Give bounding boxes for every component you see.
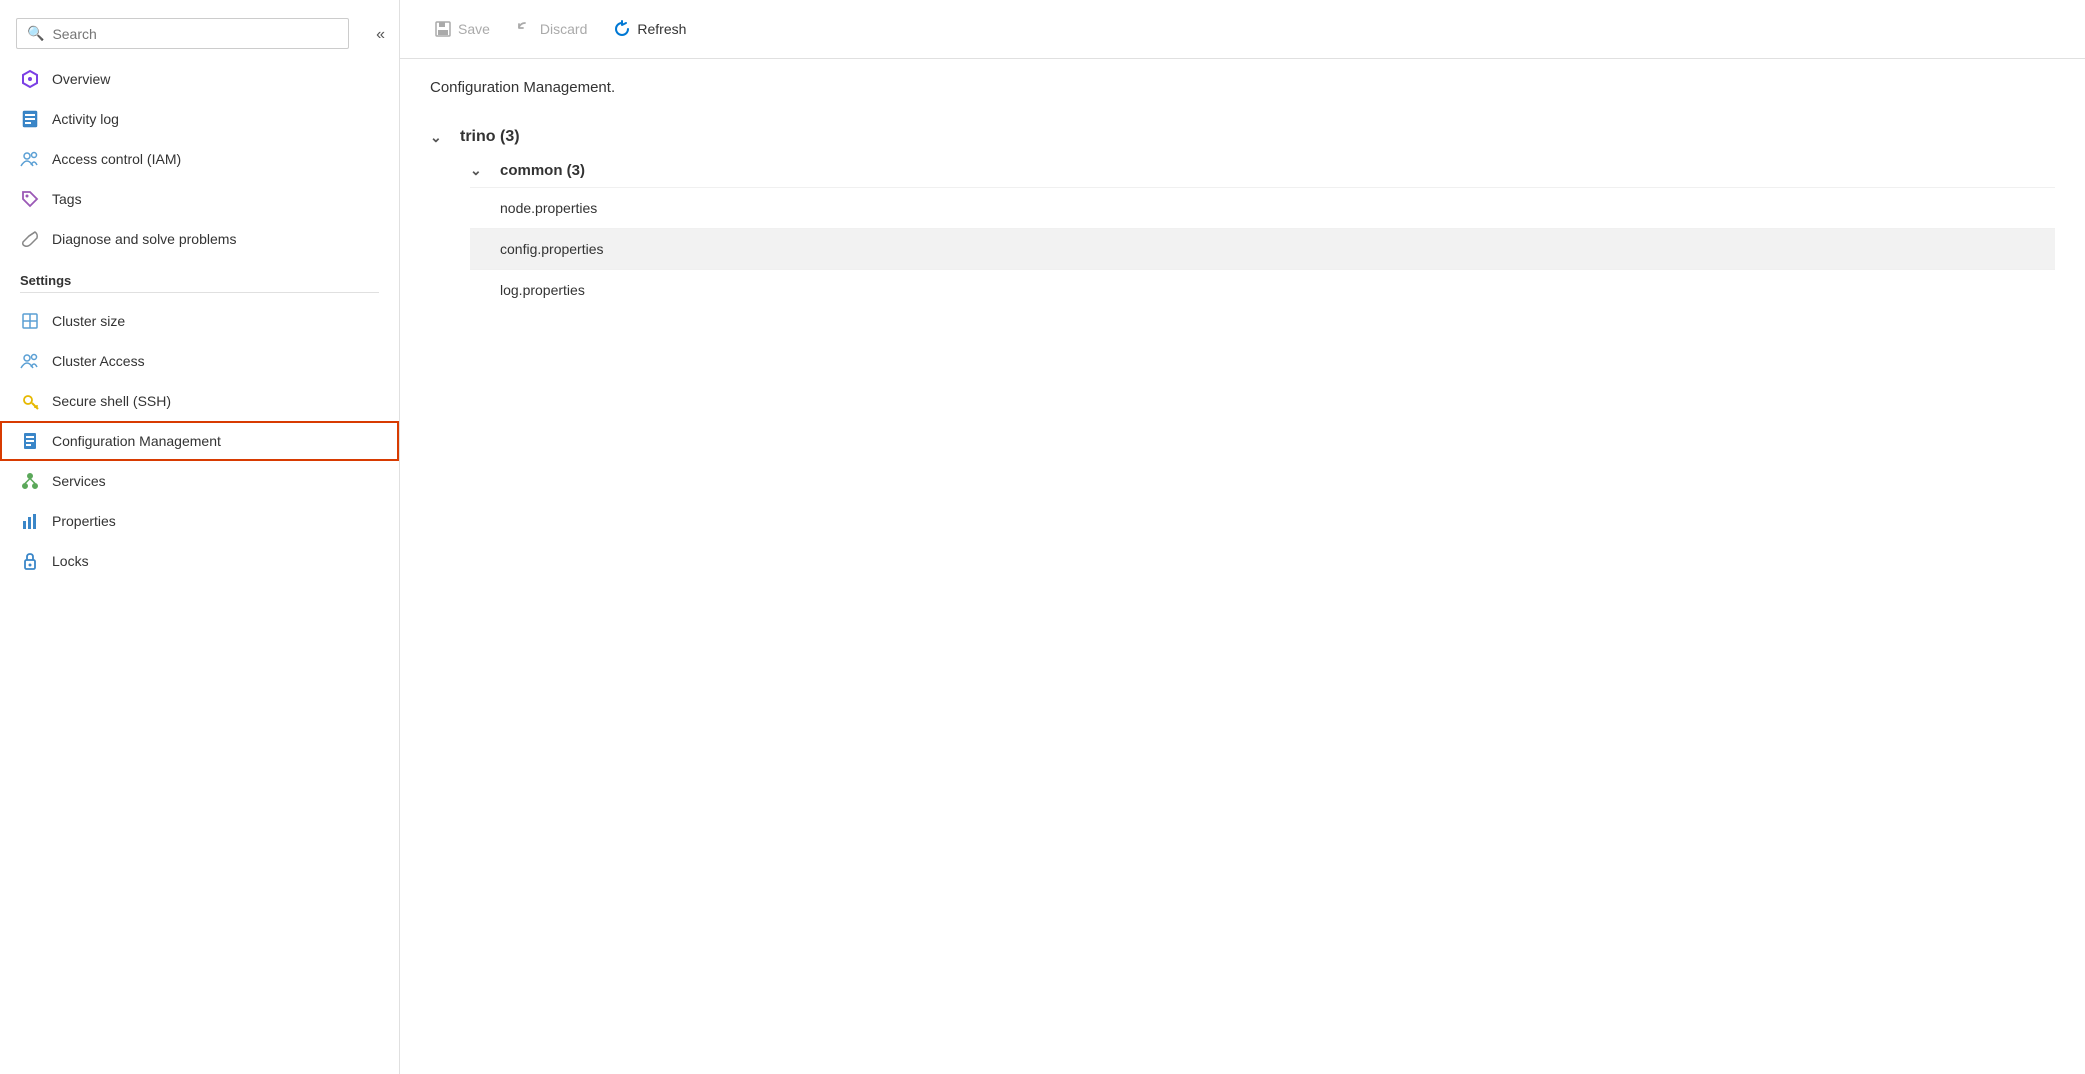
tag-icon [20,189,40,209]
bar-chart-icon [20,511,40,531]
sidebar-item-label: Tags [52,191,82,207]
sidebar-item-cluster-access[interactable]: Cluster Access [0,341,399,381]
tree-root-chevron: ⌄ [430,129,450,146]
sidebar-item-cluster-size[interactable]: Cluster size [0,301,399,341]
tree-leaf-label: log.properties [500,282,585,298]
sidebar-item-label: Overview [52,71,110,87]
sidebar-item-label: Diagnose and solve problems [52,231,236,247]
tree-children: ⌄ common (3) node.properties config.prop… [430,154,2055,310]
sidebar-item-label: Properties [52,513,116,529]
save-label: Save [458,21,490,37]
wrench-icon [20,229,40,249]
tree-child-label: common (3) [500,162,585,179]
sidebar-item-label: Configuration Management [52,433,221,449]
lock-icon [20,551,40,571]
refresh-button[interactable]: Refresh [603,14,696,44]
sidebar-item-label: Services [52,473,106,489]
resize-icon [20,311,40,331]
sidebar-item-label: Activity log [52,111,119,127]
sidebar-item-services[interactable]: Services [0,461,399,501]
tree-root-header[interactable]: ⌄ trino (3) [430,120,2055,154]
sidebar-item-configuration-management[interactable]: Configuration Management [0,421,399,461]
collapse-button[interactable]: « [370,22,391,48]
tree-child-header[interactable]: ⌄ common (3) [470,154,2055,187]
save-icon [434,20,452,38]
sidebar-item-label: Cluster Access [52,353,145,369]
sidebar-item-activity-log[interactable]: Activity log [0,99,399,139]
content-area: Configuration Management. ⌄ trino (3) ⌄ … [400,59,2085,1074]
file-icon [20,431,40,451]
sidebar-item-access-control[interactable]: Access control (IAM) [0,139,399,179]
search-icon: 🔍 [27,25,44,42]
hexagon-icon [20,69,40,89]
sidebar-item-overview[interactable]: Overview [0,59,399,99]
sidebar-item-tags[interactable]: Tags [0,179,399,219]
page-title: Configuration Management. [430,79,2055,96]
tree-leaf-log-properties[interactable]: log.properties [470,269,2055,310]
tree-child-chevron: ⌄ [470,162,490,179]
sidebar-item-properties[interactable]: Properties [0,501,399,541]
sidebar-item-label: Secure shell (SSH) [52,393,171,409]
settings-section-label: Settings [0,259,399,292]
people-icon [20,149,40,169]
tree-leaf-node-properties[interactable]: node.properties [470,187,2055,228]
sidebar-item-label: Cluster size [52,313,125,329]
search-bar[interactable]: 🔍 [16,18,349,49]
sidebar: 🔍 « Overview [0,0,400,1074]
sidebar-item-label: Locks [52,553,89,569]
sidebar-item-diagnose[interactable]: Diagnose and solve problems [0,219,399,259]
refresh-label: Refresh [637,21,686,37]
people-2-icon [20,351,40,371]
key-icon [20,391,40,411]
tree-root-label: trino (3) [460,128,520,146]
save-button[interactable]: Save [424,14,500,44]
discard-button[interactable]: Discard [506,14,597,44]
sidebar-item-locks[interactable]: Locks [0,541,399,581]
tree-leaf-config-properties[interactable]: config.properties [470,228,2055,269]
services-icon [20,471,40,491]
sidebar-scroll: Overview Activity log [0,59,399,1074]
main-content: Save Discard Refresh Configuration Manag… [400,0,2085,1074]
tree-leaf-label: config.properties [500,241,604,257]
discard-icon [516,20,534,38]
search-input[interactable] [52,26,338,42]
refresh-icon [613,20,631,38]
toolbar: Save Discard Refresh [400,0,2085,59]
sidebar-item-label: Access control (IAM) [52,151,181,167]
document-icon [20,109,40,129]
discard-label: Discard [540,21,587,37]
sidebar-item-secure-shell[interactable]: Secure shell (SSH) [0,381,399,421]
tree-leaf-label: node.properties [500,200,597,216]
tree-root: ⌄ trino (3) ⌄ common (3) node.properties… [430,120,2055,310]
settings-divider [20,292,379,293]
